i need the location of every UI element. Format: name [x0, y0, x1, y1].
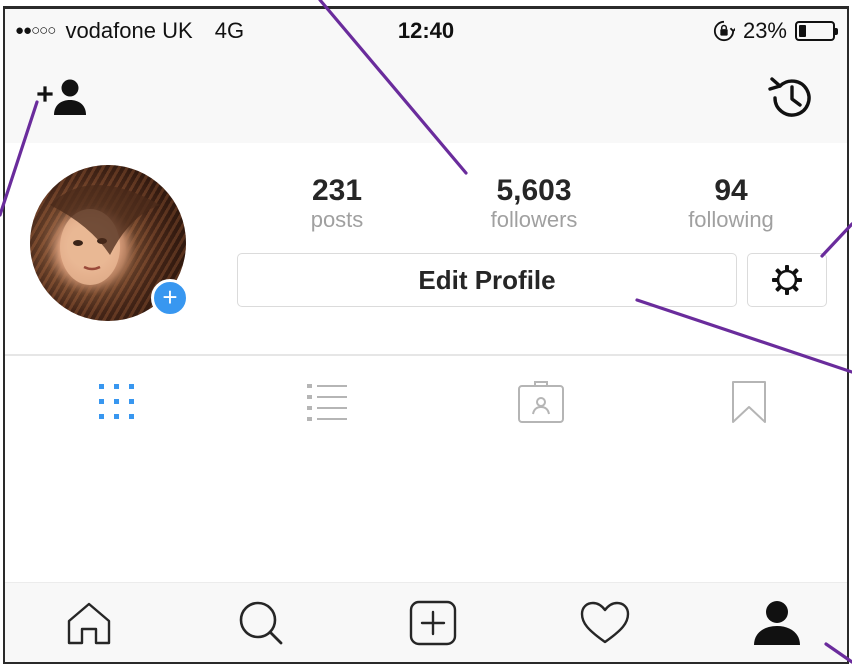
posts-count: 231	[311, 174, 363, 207]
posts-label: posts	[310, 207, 364, 232]
profile-tabs	[5, 357, 847, 447]
tab-saved[interactable]	[719, 377, 779, 427]
nav-profile[interactable]	[751, 597, 803, 649]
history-icon[interactable]	[767, 73, 817, 123]
grid-icon	[99, 384, 134, 419]
bottom-nav	[5, 582, 847, 662]
following-label: following	[688, 207, 774, 232]
list-icon	[307, 384, 347, 421]
followers-label: followers	[490, 207, 578, 232]
home-icon	[67, 602, 111, 645]
battery-percent: 23%	[742, 18, 787, 43]
tab-list[interactable]	[297, 377, 357, 427]
rotation-lock-icon	[713, 20, 735, 42]
stat-posts[interactable]: 231 posts	[237, 174, 437, 232]
tab-tagged[interactable]	[511, 377, 571, 427]
edit-profile-button[interactable]: Edit Profile	[237, 253, 737, 307]
add-user-icon[interactable]	[35, 77, 91, 117]
activity-icon	[580, 601, 630, 644]
nav-search[interactable]	[235, 597, 287, 649]
nav-new-post[interactable]	[407, 597, 459, 649]
nav-home[interactable]	[63, 597, 115, 649]
battery-level	[799, 25, 807, 37]
gear-icon	[772, 265, 802, 295]
nav-activity[interactable]	[579, 597, 631, 649]
tagged-icon	[518, 381, 564, 423]
phone-screen: ●●○○○ vodafone UK 4G 12:40 23% + 231 pos…	[3, 6, 849, 664]
settings-button[interactable]	[747, 253, 827, 307]
profile-icon	[754, 601, 800, 645]
stat-following[interactable]: 94 following	[631, 174, 831, 232]
saved-icon	[732, 381, 766, 423]
followers-count: 5,603	[496, 174, 572, 207]
following-count: 94	[714, 174, 748, 207]
profile-stats: 231 posts 5,603 followers 94 following	[237, 174, 827, 234]
new-post-icon	[409, 600, 457, 646]
add-story-button[interactable]: +	[151, 279, 189, 317]
battery-icon	[795, 21, 838, 41]
status-right: 23%	[713, 18, 838, 44]
section-divider	[5, 354, 847, 356]
status-bar: ●●○○○ vodafone UK 4G 12:40 23%	[5, 9, 847, 51]
tab-grid[interactable]	[87, 377, 147, 427]
top-nav	[5, 51, 847, 143]
stat-followers[interactable]: 5,603 followers	[434, 174, 634, 232]
search-icon	[239, 601, 283, 645]
